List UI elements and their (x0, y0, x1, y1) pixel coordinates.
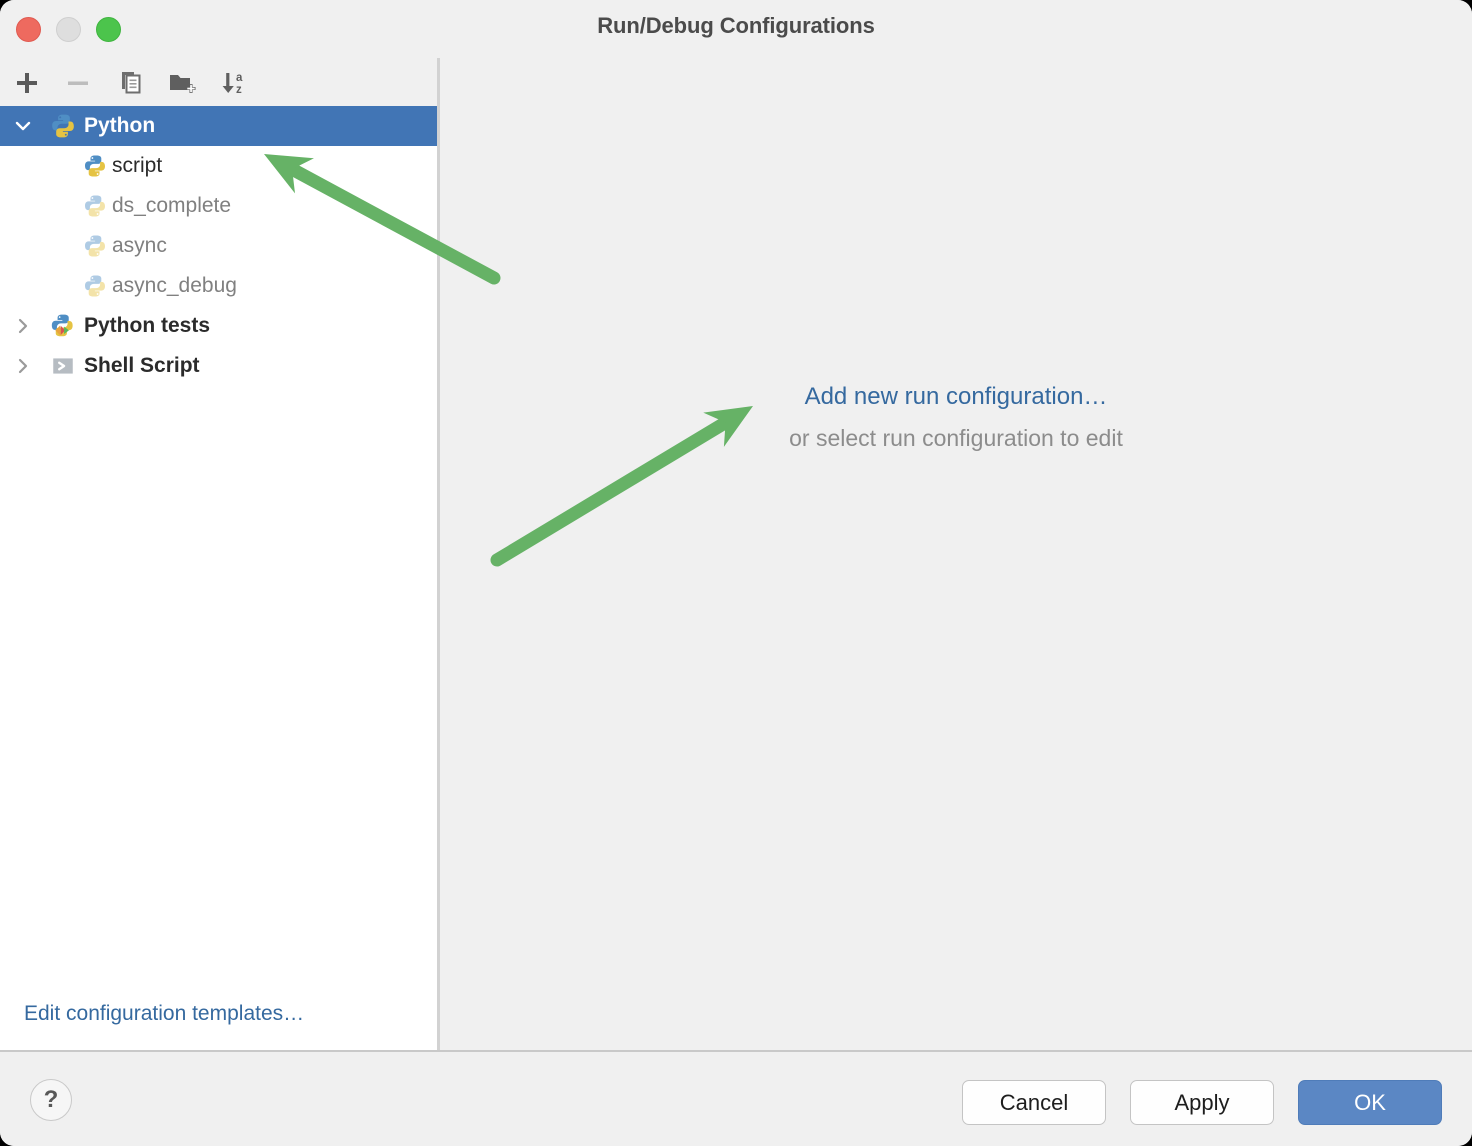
chevron-right-icon[interactable] (0, 356, 46, 376)
tree-node-shell-script[interactable]: Shell Script (0, 346, 437, 386)
python-icon (46, 113, 80, 139)
minus-icon (64, 69, 92, 97)
sort-az-icon: a z (219, 69, 249, 97)
ok-button[interactable]: OK (1298, 1080, 1442, 1125)
shell-script-icon (46, 353, 80, 379)
tree-node-python[interactable]: Python (0, 106, 437, 146)
tree-node-label: Python (84, 114, 156, 137)
tree-node-label: async_debug (112, 274, 237, 297)
tree-node-label: ds_complete (112, 194, 232, 217)
python-icon (80, 274, 110, 298)
svg-text:a: a (236, 72, 243, 84)
run-debug-configurations-dialog: Run/Debug Configurations a z Python scri… (0, 0, 1472, 1146)
tree-node-ds-complete[interactable]: ds_complete (0, 186, 437, 226)
plus-icon (13, 69, 41, 97)
configuration-detail-panel: Add new run configuration… or select run… (440, 58, 1472, 1050)
copy-configuration-button[interactable] (114, 66, 148, 100)
python-icon (80, 154, 110, 178)
empty-state: Add new run configuration… or select run… (440, 383, 1472, 452)
empty-state-hint: or select run configuration to edit (789, 425, 1123, 451)
tree-node-script[interactable]: script (0, 146, 437, 186)
svg-text:z: z (236, 84, 242, 96)
copy-icon (117, 69, 145, 97)
configurations-tree[interactable]: Python script ds_complete async async_de… (0, 106, 437, 1050)
tree-node-label: async (112, 234, 167, 257)
page-title: Run/Debug Configurations (597, 13, 875, 38)
apply-button[interactable]: Apply (1130, 1080, 1274, 1125)
tree-node-label: script (112, 154, 163, 177)
chevron-down-icon[interactable] (0, 116, 46, 136)
python-tests-icon (46, 313, 80, 339)
python-icon (80, 234, 110, 258)
cancel-button[interactable]: Cancel (962, 1080, 1106, 1125)
tree-node-async[interactable]: async (0, 226, 437, 266)
tree-node-label: Shell Script (84, 354, 200, 377)
add-configuration-button[interactable] (10, 66, 44, 100)
remove-configuration-button[interactable] (61, 66, 95, 100)
tree-node-python-tests[interactable]: Python tests (0, 306, 437, 346)
chevron-right-icon[interactable] (0, 316, 46, 336)
configurations-tree-panel: a z Python script ds_complete async asyn… (0, 58, 437, 1050)
dialog-footer: ? Cancel Apply OK (0, 1052, 1472, 1146)
tree-node-async-debug[interactable]: async_debug (0, 266, 437, 306)
python-icon (80, 194, 110, 218)
new-folder-button[interactable] (166, 66, 200, 100)
add-new-run-configuration-link[interactable]: Add new run configuration… (805, 383, 1108, 411)
sort-alphabetically-button[interactable]: a z (217, 66, 251, 100)
title-bar: Run/Debug Configurations (0, 0, 1472, 58)
new-folder-icon (168, 69, 198, 97)
tree-toolbar: a z (0, 58, 437, 106)
edit-configuration-templates-link[interactable]: Edit configuration templates… (24, 1002, 304, 1026)
help-button[interactable]: ? (30, 1079, 72, 1121)
tree-node-label: Python tests (84, 314, 211, 337)
